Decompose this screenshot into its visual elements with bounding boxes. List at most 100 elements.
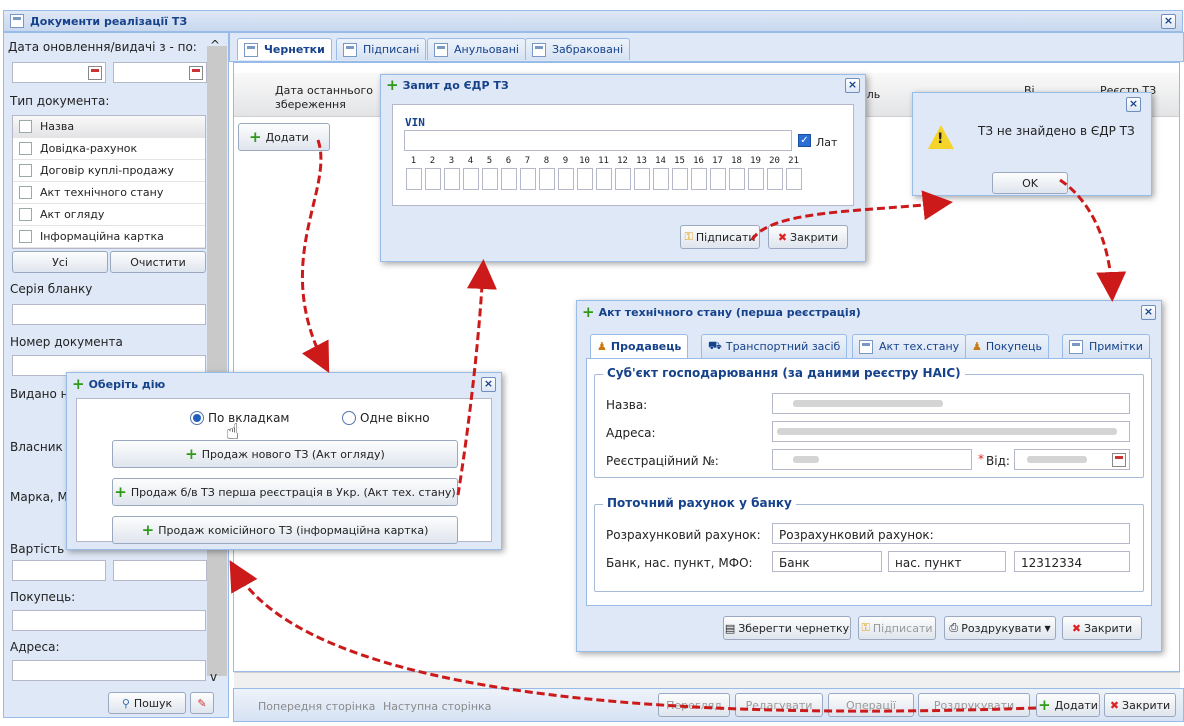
search-button[interactable]: ⚲ Пошук xyxy=(108,692,186,714)
calendar-icon[interactable] xyxy=(1112,453,1126,467)
vin-digit-cell[interactable] xyxy=(444,168,460,190)
address-input[interactable] xyxy=(772,421,1130,442)
cost-from-input[interactable] xyxy=(12,560,106,581)
buyer-input[interactable] xyxy=(12,610,206,631)
scroll-down-icon[interactable]: v xyxy=(210,670,217,684)
scroll-up-icon[interactable]: ^ xyxy=(210,38,220,52)
lat-checkbox[interactable]: ✓ xyxy=(798,134,811,147)
vin-digit-cell[interactable] xyxy=(520,168,536,190)
acc-input[interactable]: Розрахунковий рахунок: xyxy=(772,523,1130,544)
act-print-button[interactable]: ⎙ Роздрукувати ▼ xyxy=(944,616,1056,640)
edit-button[interactable]: Редагувати xyxy=(735,693,823,717)
action-close-icon[interactable]: × xyxy=(481,376,496,392)
act-tab-act[interactable]: Акт тех.стану xyxy=(852,334,967,358)
vin-digit-cell[interactable] xyxy=(539,168,555,190)
address-input[interactable] xyxy=(12,660,206,681)
vin-digit-cell[interactable] xyxy=(691,168,707,190)
ok-button[interactable]: OK xyxy=(992,172,1068,194)
print-button[interactable]: Роздрукувати xyxy=(918,693,1030,717)
vin-digit-cell[interactable] xyxy=(406,168,422,190)
name-input[interactable] xyxy=(772,393,1130,414)
radio-one-window[interactable] xyxy=(342,411,356,425)
act-close-button[interactable]: ✖ Закрити xyxy=(1062,616,1142,640)
vin-digit-cell[interactable] xyxy=(710,168,726,190)
doctype-header[interactable]: Назва xyxy=(13,116,205,138)
grid-col-date[interactable]: Дата останнього збереження xyxy=(275,84,375,112)
message-close-icon[interactable]: × xyxy=(1126,97,1141,112)
vin-input[interactable] xyxy=(404,130,792,151)
edr-close-button[interactable]: ✖ Закрити xyxy=(768,225,848,249)
close-button[interactable]: ✖ Закрити xyxy=(1104,693,1176,717)
act-tab-vehicle[interactable]: ⛟ Транспортний засіб xyxy=(701,334,848,358)
radio-tabs[interactable] xyxy=(190,411,204,425)
tab-icon xyxy=(1069,339,1083,354)
checkbox[interactable] xyxy=(19,230,32,243)
vin-digit-cell[interactable] xyxy=(425,168,441,190)
vin-digit-cell[interactable] xyxy=(672,168,688,190)
prev-page-link[interactable]: Попередня сторінка xyxy=(258,700,375,713)
tab-rejected[interactable]: Забраковані xyxy=(525,38,631,60)
edr-close-icon[interactable]: × xyxy=(845,77,860,93)
from-date-input[interactable] xyxy=(1014,449,1130,470)
vin-digit-cell[interactable] xyxy=(748,168,764,190)
vin-digit-cell[interactable] xyxy=(463,168,479,190)
city-input[interactable]: нас. пункт xyxy=(888,551,1006,572)
vin-digit-cell[interactable] xyxy=(596,168,612,190)
calendar-icon[interactable] xyxy=(189,66,203,80)
vin-digit-number: 21 xyxy=(788,156,799,166)
save-draft-button[interactable]: ▤ Зберегти чернетку xyxy=(723,616,851,640)
sale-used-button[interactable]: + Продаж б/в ТЗ перша реєстрація в Укр. (… xyxy=(112,478,458,506)
vin-digit-cell[interactable] xyxy=(634,168,650,190)
series-input[interactable] xyxy=(12,304,206,325)
date-from-input[interactable] xyxy=(12,62,106,83)
sale-new-button[interactable]: + Продаж нового ТЗ (Акт огляду) xyxy=(112,440,458,468)
act-tab-notes[interactable]: Примітки xyxy=(1062,334,1150,358)
checkbox[interactable] xyxy=(19,142,32,155)
tab-signed[interactable]: Підписані xyxy=(336,38,427,60)
vin-digit-cell[interactable] xyxy=(786,168,802,190)
add-button[interactable]: + Додати xyxy=(1036,693,1100,717)
next-page-link[interactable]: Наступна сторінка xyxy=(383,700,491,713)
calendar-icon[interactable] xyxy=(88,66,102,80)
clear-button[interactable]: Очистити xyxy=(110,251,206,273)
checkbox[interactable] xyxy=(19,208,32,221)
act-close-icon[interactable]: × xyxy=(1141,304,1156,320)
operations-button[interactable]: Операції xyxy=(828,693,914,717)
main-close-icon[interactable]: × xyxy=(1161,13,1176,29)
list-item[interactable]: Акт технічного стану xyxy=(13,182,205,204)
sidebar-scroll-track[interactable] xyxy=(207,46,227,676)
vin-digit-cell[interactable] xyxy=(653,168,669,190)
vin-digit-cell[interactable] xyxy=(482,168,498,190)
act-sign-button[interactable]: ⚿ Підписати xyxy=(858,616,936,640)
date-to-input[interactable] xyxy=(113,62,207,83)
bank-input[interactable]: Банк xyxy=(772,551,882,572)
checkbox[interactable] xyxy=(19,120,32,133)
edr-sign-button[interactable]: ⚿ Підписати xyxy=(680,225,760,249)
blurred-text xyxy=(777,428,1117,435)
vin-digit-cell[interactable] xyxy=(558,168,574,190)
vin-digit-cell[interactable] xyxy=(501,168,517,190)
all-button[interactable]: Усі xyxy=(12,251,108,273)
vin-digit-cell[interactable] xyxy=(767,168,783,190)
checkbox[interactable] xyxy=(19,186,32,199)
cost-to-input[interactable] xyxy=(113,560,207,581)
mfo-input[interactable]: 12312334 xyxy=(1014,551,1130,572)
list-item[interactable]: Довідка-рахунок xyxy=(13,138,205,160)
reg-input[interactable] xyxy=(772,449,972,470)
eraser-button[interactable]: ✎ xyxy=(190,692,214,714)
checkbox[interactable] xyxy=(19,164,32,177)
vin-digit-cell[interactable] xyxy=(729,168,745,190)
view-button[interactable]: Перегляд xyxy=(658,693,730,717)
vin-digit-cell[interactable] xyxy=(577,168,593,190)
grid-add-button[interactable]: + Додати xyxy=(238,123,330,151)
list-item[interactable]: Акт огляду xyxy=(13,204,205,226)
tab-annulled[interactable]: Анульовані xyxy=(427,38,526,60)
sale-commission-button[interactable]: + Продаж комісійного ТЗ (інформаційна кар… xyxy=(112,516,458,544)
act-tab-buyer[interactable]: ♟ Покупець xyxy=(965,334,1049,358)
tab-drafts[interactable]: Чернетки xyxy=(237,38,332,60)
list-item[interactable]: Інформаційна картка xyxy=(13,226,205,248)
act-tab-seller[interactable]: ♟ Продавець xyxy=(590,334,689,358)
vin-digit-cell[interactable] xyxy=(615,168,631,190)
list-item[interactable]: Договір куплі-продажу xyxy=(13,160,205,182)
horizontal-scrollbar[interactable] xyxy=(234,672,1180,688)
